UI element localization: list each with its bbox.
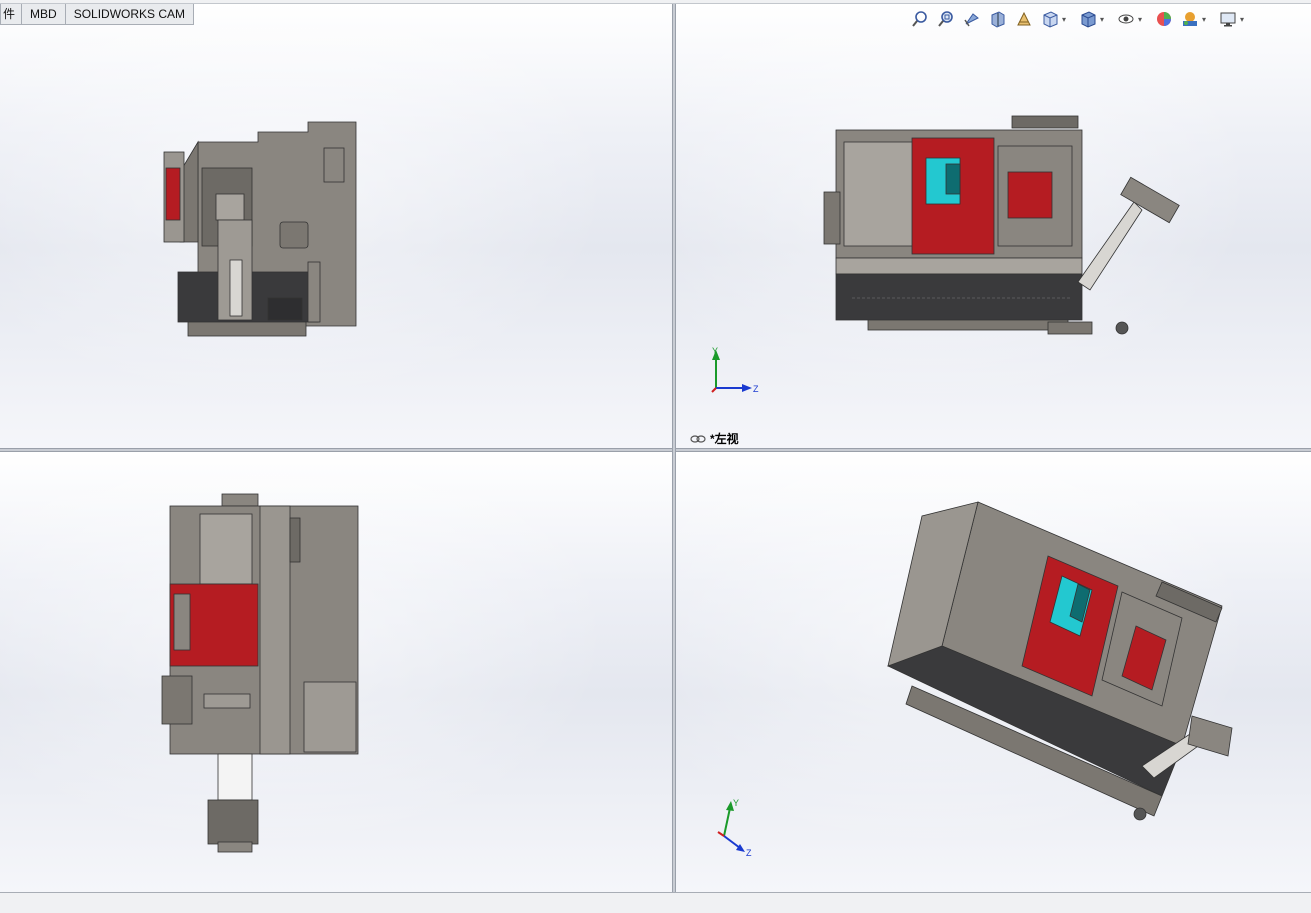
machine-top-view (161, 493, 359, 853)
tab-features[interactable]: 件 (0, 4, 23, 25)
machine-front-view (823, 115, 1180, 335)
zoom-to-area-icon[interactable] (936, 9, 956, 29)
coordinate-triad: Y Z (706, 346, 766, 401)
viewport-top-right[interactable]: Y Z (676, 4, 1311, 448)
heads-up-view-toolbar: ▾ ▾ ▾ ▾ ▾ (910, 8, 1256, 30)
previous-view-icon[interactable] (962, 9, 982, 29)
view-settings-dropdown[interactable]: ▾ (1240, 15, 1248, 24)
coordinate-triad-iso: Y Z (710, 798, 760, 863)
dynamic-annotation-icon[interactable] (1014, 9, 1034, 29)
axis-z-label: Z (753, 384, 759, 394)
viewport-bottom-right[interactable]: Y Z (676, 452, 1311, 892)
edit-appearance-icon[interactable] (1154, 9, 1174, 29)
view-settings-icon[interactable] (1218, 9, 1238, 29)
display-style-icon[interactable] (1078, 9, 1098, 29)
display-style-dropdown[interactable]: ▾ (1100, 15, 1108, 24)
view-orientation-dropdown[interactable]: ▾ (1062, 15, 1070, 24)
status-bar (0, 892, 1311, 913)
iso-axis-z-label: Z (746, 848, 752, 858)
tab-mbd[interactable]: MBD (21, 4, 66, 25)
horizontal-viewport-splitter[interactable] (0, 448, 1311, 452)
hide-show-items-dropdown[interactable]: ▾ (1138, 15, 1146, 24)
axis-y-label: Y (712, 346, 718, 356)
viewport-top-left[interactable] (0, 4, 672, 448)
command-manager-tabs: 件 MBD SOLIDWORKS CAM (0, 4, 195, 26)
view-label[interactable]: *左视 (690, 430, 739, 447)
viewport-bottom-left[interactable] (0, 452, 672, 892)
tab-solidworks-cam[interactable]: SOLIDWORKS CAM (64, 4, 195, 25)
section-view-icon[interactable] (988, 9, 1008, 29)
link-view-icon (690, 434, 706, 443)
iso-axis-y-label: Y (733, 798, 739, 808)
view-name: *左视 (710, 432, 739, 446)
zoom-to-fit-icon[interactable] (910, 9, 930, 29)
machine-isometric-view (886, 501, 1233, 821)
apply-scene-dropdown[interactable]: ▾ (1202, 15, 1210, 24)
hide-show-items-icon[interactable] (1116, 9, 1136, 29)
vertical-viewport-splitter[interactable] (672, 4, 676, 892)
machine-side-view (163, 121, 357, 337)
apply-scene-icon[interactable] (1180, 9, 1200, 29)
view-orientation-icon[interactable] (1040, 9, 1060, 29)
